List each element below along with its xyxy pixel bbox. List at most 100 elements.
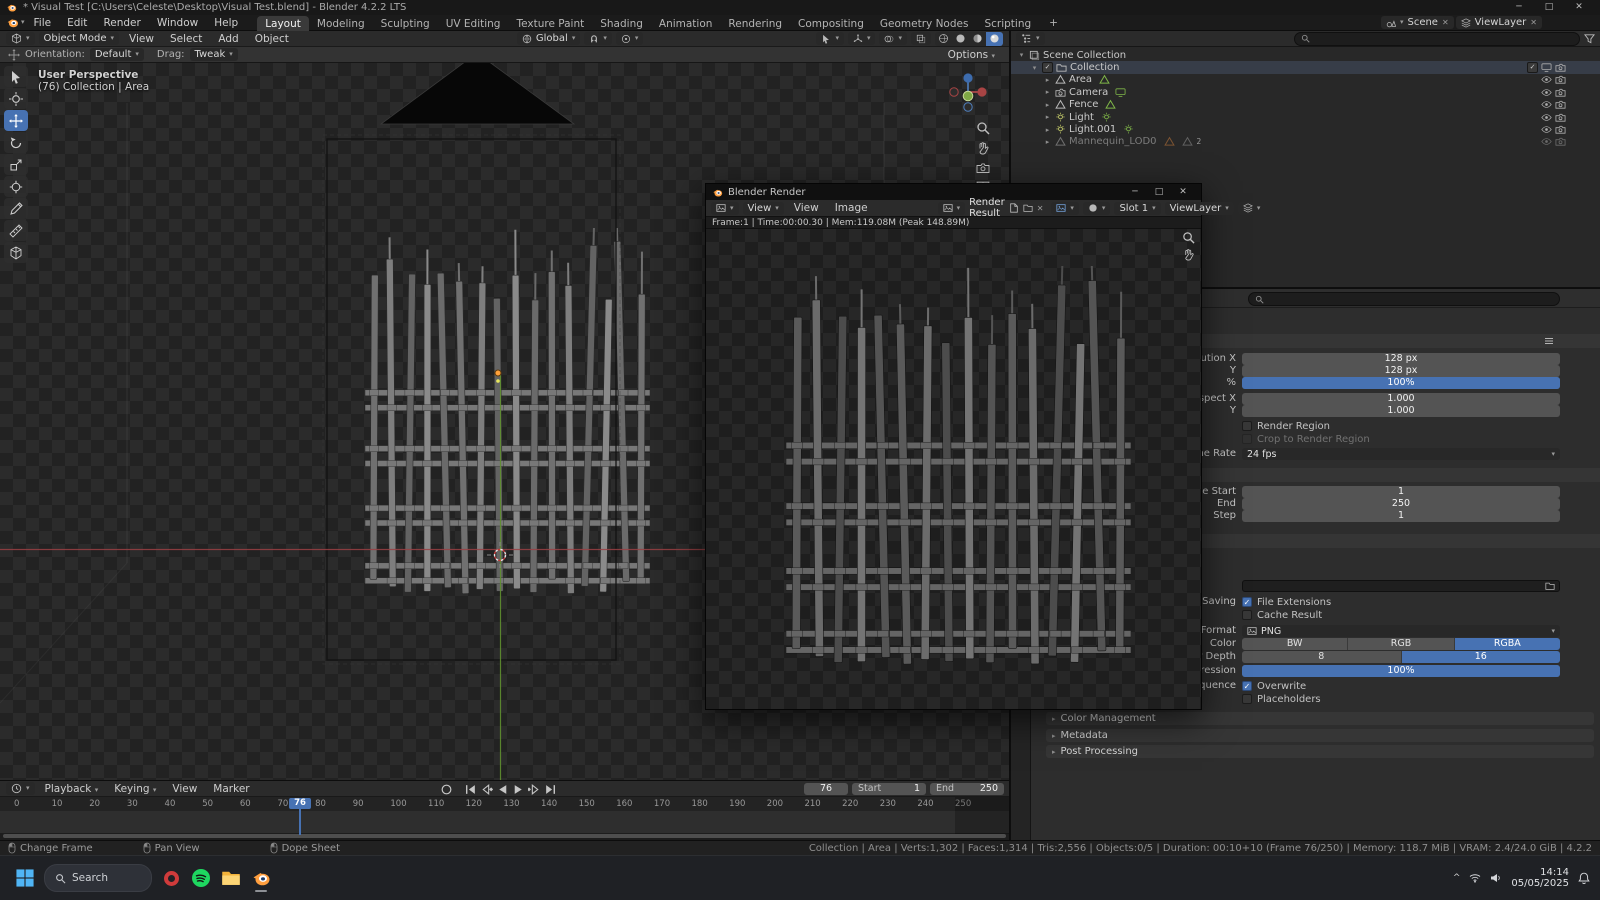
disclosure-icon[interactable]: ▸: [1043, 101, 1052, 109]
gizmos-toggle[interactable]: ▾: [847, 32, 876, 45]
outliner-search-input[interactable]: [1314, 33, 1573, 44]
orientation-setting-dropdown[interactable]: Default ▾: [89, 48, 144, 61]
options-dropdown[interactable]: Options ▾: [942, 49, 1001, 61]
menu-marker[interactable]: Marker: [207, 783, 255, 795]
outliner-row-scene-collection[interactable]: ▾ Scene Collection: [1011, 49, 1600, 61]
checkbox-icon[interactable]: [1242, 597, 1252, 607]
mode-dropdown[interactable]: Object Mode ▾: [38, 32, 120, 45]
tool-cursor-button[interactable]: [4, 88, 28, 109]
crop-region-checkbox[interactable]: Crop to Render Region: [1242, 433, 1560, 445]
shading-rendered-button[interactable]: [986, 31, 1003, 46]
resolution-x-field[interactable]: 128 px: [1242, 353, 1560, 365]
disclosure-icon[interactable]: ▸: [1043, 113, 1052, 121]
properties-search[interactable]: [1248, 292, 1560, 306]
outliner-editor-type-button[interactable]: ▾: [1016, 32, 1045, 45]
taskbar-app-recorder[interactable]: [156, 863, 186, 893]
camera-toggle-icon[interactable]: [1555, 74, 1566, 85]
render-region-checkbox[interactable]: Render Region: [1242, 420, 1560, 432]
file-extensions-checkbox[interactable]: File Extensions: [1242, 596, 1560, 608]
menu-view-image-editor[interactable]: View: [788, 202, 825, 214]
menu-view[interactable]: View: [123, 33, 160, 45]
taskbar-clock[interactable]: 14:14 05/05/2025: [1511, 867, 1569, 889]
exclude-checkbox[interactable]: [1527, 62, 1538, 74]
tray-expand-icon[interactable]: ^: [1453, 873, 1461, 883]
start-button[interactable]: [10, 863, 40, 893]
checkbox-icon[interactable]: [1242, 694, 1252, 704]
drag-setting-dropdown[interactable]: Tweak ▾: [189, 48, 238, 61]
resolution-y-field[interactable]: 128 px: [1242, 365, 1560, 377]
object-name[interactable]: Collection: [1070, 62, 1119, 73]
depth-8-button[interactable]: 8: [1242, 651, 1401, 663]
tool-rotate-button[interactable]: [4, 132, 28, 153]
new-image-icon[interactable]: [1009, 203, 1019, 213]
menu-view-timeline[interactable]: View: [166, 783, 203, 795]
current-frame-field[interactable]: 76: [804, 783, 848, 795]
folder-icon[interactable]: [1545, 581, 1555, 591]
outliner-row-camera[interactable]: ▸ Camera: [1011, 86, 1600, 98]
viewlayer-selector[interactable]: ViewLayer ✕: [1455, 16, 1542, 29]
object-name[interactable]: Mannequin_LOD0: [1069, 136, 1157, 147]
jump-to-start-icon[interactable]: [464, 783, 477, 796]
timeline-editor-type-button[interactable]: ▾: [6, 782, 35, 795]
outliner-row-light-001[interactable]: ▸ Light.001: [1011, 123, 1600, 135]
close-button[interactable]: ✕: [1564, 0, 1594, 15]
frame-rate-dropdown[interactable]: 24 fps ▾: [1242, 448, 1560, 460]
tool-annotate-button[interactable]: [4, 198, 28, 219]
editor-type-button[interactable]: ▾: [6, 32, 35, 45]
file-format-dropdown[interactable]: PNG ▾: [1242, 625, 1560, 637]
shading-material-button[interactable]: [969, 32, 986, 46]
menu-window[interactable]: Window: [150, 16, 205, 30]
frame-end-field[interactable]: End 250: [930, 783, 1004, 795]
maximize-button[interactable]: □: [1534, 0, 1564, 15]
workspace-tab-compositing[interactable]: Compositing: [790, 16, 872, 31]
eye-toggle-icon[interactable]: [1541, 136, 1552, 147]
overwrite-checkbox[interactable]: Overwrite: [1242, 680, 1560, 692]
workspace-tab-shading[interactable]: Shading: [592, 16, 651, 31]
jump-to-end-icon[interactable]: [544, 783, 557, 796]
disclosure-icon[interactable]: ▸: [1043, 76, 1052, 84]
checkbox-icon[interactable]: [1242, 681, 1252, 691]
camera-toggle-icon[interactable]: [1555, 62, 1566, 73]
selectability-dropdown[interactable]: ▾: [816, 32, 844, 45]
checkbox-icon[interactable]: [1242, 421, 1252, 431]
unlink-image-icon[interactable]: ✕: [1037, 204, 1044, 213]
menu-keying[interactable]: Keying ▾: [108, 783, 162, 795]
next-keyframe-icon[interactable]: [528, 783, 541, 796]
object-name[interactable]: Scene Collection: [1043, 50, 1126, 61]
overlays-toggle[interactable]: ▾: [879, 32, 907, 45]
timeline-track-area[interactable]: [0, 811, 1009, 834]
maximize-button[interactable]: □: [1147, 185, 1171, 200]
outliner-row-collection[interactable]: ▾ Collection: [1011, 61, 1600, 74]
camera-toggle-icon[interactable]: [1555, 99, 1566, 110]
taskbar-app-explorer[interactable]: [216, 863, 246, 893]
outliner-row-mannequin-lod0[interactable]: ▸ Mannequin_LOD0 2: [1011, 136, 1600, 148]
proportional-editing-button[interactable]: ▾: [615, 32, 644, 45]
shading-wireframe-button[interactable]: [935, 32, 952, 46]
frame-start-field[interactable]: 1: [1242, 486, 1560, 498]
shading-solid-button[interactable]: [952, 32, 969, 46]
workspace-tab-rendering[interactable]: Rendering: [720, 16, 790, 31]
menu-edit[interactable]: Edit: [60, 16, 94, 30]
workspace-tab-geometry-nodes[interactable]: Geometry Nodes: [872, 16, 977, 31]
menu-image[interactable]: Image: [829, 202, 874, 214]
workspace-tab-modeling[interactable]: Modeling: [309, 16, 373, 31]
object-name[interactable]: Camera: [1069, 87, 1108, 98]
minimize-button[interactable]: ─: [1123, 185, 1147, 200]
editor-mode-dropdown[interactable]: View ▾: [742, 201, 784, 215]
eye-toggle-icon[interactable]: [1541, 87, 1552, 98]
disclosure-icon[interactable]: ▸: [1043, 88, 1052, 96]
cache-result-checkbox[interactable]: Cache Result: [1242, 609, 1560, 621]
properties-search-input[interactable]: [1268, 293, 1553, 305]
channels-dropdown[interactable]: ▾: [1237, 201, 1266, 215]
checkbox-icon[interactable]: [1242, 434, 1252, 444]
workspace-tab-texture-paint[interactable]: Texture Paint: [508, 16, 592, 31]
workspace-tab-uv-editing[interactable]: UV Editing: [438, 16, 509, 31]
menu-add[interactable]: Add: [212, 33, 244, 45]
workspace-tab-animation[interactable]: Animation: [651, 16, 721, 31]
view-mode-button[interactable]: ▾: [1082, 201, 1111, 215]
panel-menu-icon[interactable]: [1544, 337, 1554, 345]
outliner-search[interactable]: [1294, 31, 1580, 46]
eye-toggle-icon[interactable]: [1541, 124, 1552, 135]
tool-measure-button[interactable]: [4, 220, 28, 241]
workspace-tab-scripting[interactable]: Scripting: [976, 16, 1039, 31]
